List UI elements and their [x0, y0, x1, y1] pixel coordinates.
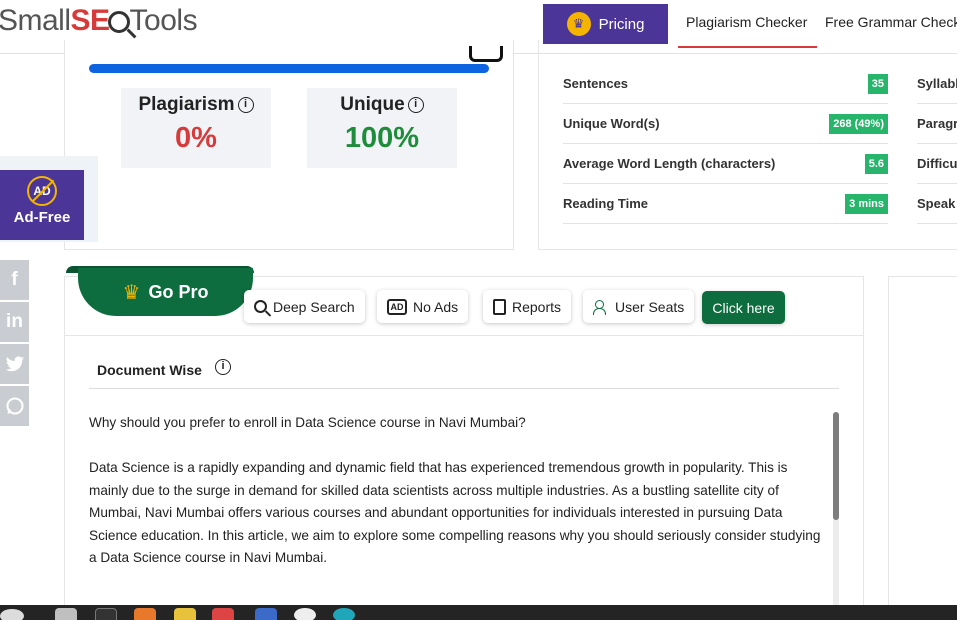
sidebar-card	[888, 276, 957, 616]
info-icon[interactable]: i	[237, 97, 254, 113]
go-pro-label: Go Pro	[148, 281, 209, 302]
stat-label: Sentences	[563, 76, 629, 91]
users-icon	[593, 299, 609, 315]
unique-label: Unique	[340, 94, 405, 115]
info-icon[interactable]: i	[407, 97, 424, 113]
stats-card: Sentences 35 Unique Word(s) 268 (49%) Av…	[538, 40, 957, 250]
click-here-button[interactable]: Click here	[702, 291, 785, 324]
document-paragraph: Why should you prefer to enroll in Data …	[89, 415, 526, 430]
plagiarism-score-box: Plagiarism i 0%	[121, 88, 271, 168]
logo-seo: SE	[70, 4, 111, 37]
facebook-share-button[interactable]: f	[0, 260, 29, 300]
section-divider	[89, 388, 839, 389]
document-scrollbar[interactable]	[833, 412, 839, 612]
twitter-icon	[5, 355, 24, 371]
stat-row-paragraphs: Paragr	[917, 104, 957, 144]
stat-row-sentences: Sentences 35	[563, 64, 888, 104]
stat-row-unique-words: Unique Word(s) 268 (49%)	[563, 104, 888, 144]
stat-badge: 5.6	[864, 154, 888, 174]
feature-label: User Seats	[615, 298, 685, 315]
search-icon	[254, 300, 267, 313]
stat-label: Unique Word(s)	[563, 116, 660, 131]
app-icon[interactable]	[255, 608, 277, 620]
crown-icon: ♛	[122, 281, 141, 304]
terminal-icon[interactable]	[95, 608, 117, 620]
facebook-icon: f	[11, 269, 18, 290]
crown-icon: ♛	[566, 12, 591, 36]
twitter-share-button[interactable]	[0, 344, 29, 384]
go-pro-banner[interactable]: ♛ Go Pro	[78, 268, 253, 316]
nav-free-grammar-check[interactable]: Free Grammar Check	[825, 14, 957, 30]
plagiarism-label: Plagiarism	[138, 94, 235, 115]
stat-label: Syllabl	[917, 76, 957, 91]
user-seats-button[interactable]: User Seats	[583, 290, 695, 323]
pricing-button[interactable]: ♛ Pricing	[543, 4, 668, 44]
stat-label: Speak	[917, 196, 956, 211]
stat-row-syllables: Syllabl	[917, 64, 957, 104]
stat-badge: 3 mins	[845, 194, 888, 214]
results-card: Plagiarism i 0% Unique i 100%	[64, 40, 514, 250]
stat-label: Average Word Length (characters)	[563, 156, 776, 171]
stat-badge: 268 (49%)	[829, 114, 888, 134]
reports-button[interactable]: Reports	[483, 290, 572, 323]
site-logo[interactable]: SmallSE Tools	[0, 4, 198, 38]
chrome-icon[interactable]	[212, 608, 234, 620]
scrollbar-thumb[interactable]	[833, 412, 839, 520]
adfree-button[interactable]: AD Ad-Free	[0, 170, 84, 240]
whatsapp-icon	[5, 397, 24, 415]
pricing-label: Pricing	[598, 15, 645, 33]
stat-label: Difficul	[917, 156, 957, 171]
files-icon[interactable]	[55, 608, 77, 620]
feature-label: Deep Search	[273, 298, 355, 315]
adfree-label: Ad-Free	[13, 209, 71, 226]
progress-bar	[89, 64, 489, 73]
no-ads-button[interactable]: AD No Ads	[377, 290, 469, 323]
whatsapp-share-button[interactable]	[0, 386, 29, 426]
os-taskbar	[0, 605, 957, 620]
edge-icon[interactable]	[333, 608, 355, 620]
stat-label: Paragr	[917, 116, 957, 131]
feature-label: No Ads	[413, 298, 459, 315]
app-icon[interactable]	[294, 608, 316, 620]
feature-label: Reports	[512, 298, 562, 315]
stat-row-speak: Speak	[917, 184, 957, 224]
stat-row-avg-word-length: Average Word Length (characters) 5.6	[563, 144, 888, 184]
stat-row-difficulty: Difficul	[917, 144, 957, 184]
stat-badge: 35	[867, 74, 888, 94]
start-menu-icon[interactable]	[0, 609, 24, 620]
unique-value: 100%	[344, 122, 420, 154]
unique-score-box: Unique i 100%	[307, 88, 457, 168]
info-icon[interactable]: i	[215, 359, 231, 375]
document-text[interactable]: Why should you prefer to enroll in Data …	[89, 412, 829, 592]
no-ads-icon: AD	[27, 176, 57, 206]
toolbar-divider	[65, 335, 863, 336]
folder-icon[interactable]	[174, 608, 196, 620]
plagiarism-value: 0%	[175, 122, 217, 154]
logo-tools: Tools	[129, 4, 198, 37]
report-icon	[493, 298, 506, 315]
document-wise-title: Document Wise	[97, 362, 202, 378]
deep-search-button[interactable]: Deep Search	[244, 290, 365, 323]
stat-row-reading-time: Reading Time 3 mins	[563, 184, 888, 224]
linkedin-share-button[interactable]: in	[0, 302, 29, 342]
no-ads-icon: AD	[387, 298, 407, 315]
linkedin-icon: in	[6, 311, 23, 332]
stat-label: Reading Time	[563, 196, 649, 211]
logo-magnifier-icon	[107, 11, 130, 33]
document-paragraph: Data Science is a rapidly expanding and …	[89, 460, 821, 565]
firefox-icon[interactable]	[134, 608, 156, 620]
logo-small: Small	[0, 4, 71, 37]
progress-handle	[469, 46, 503, 62]
